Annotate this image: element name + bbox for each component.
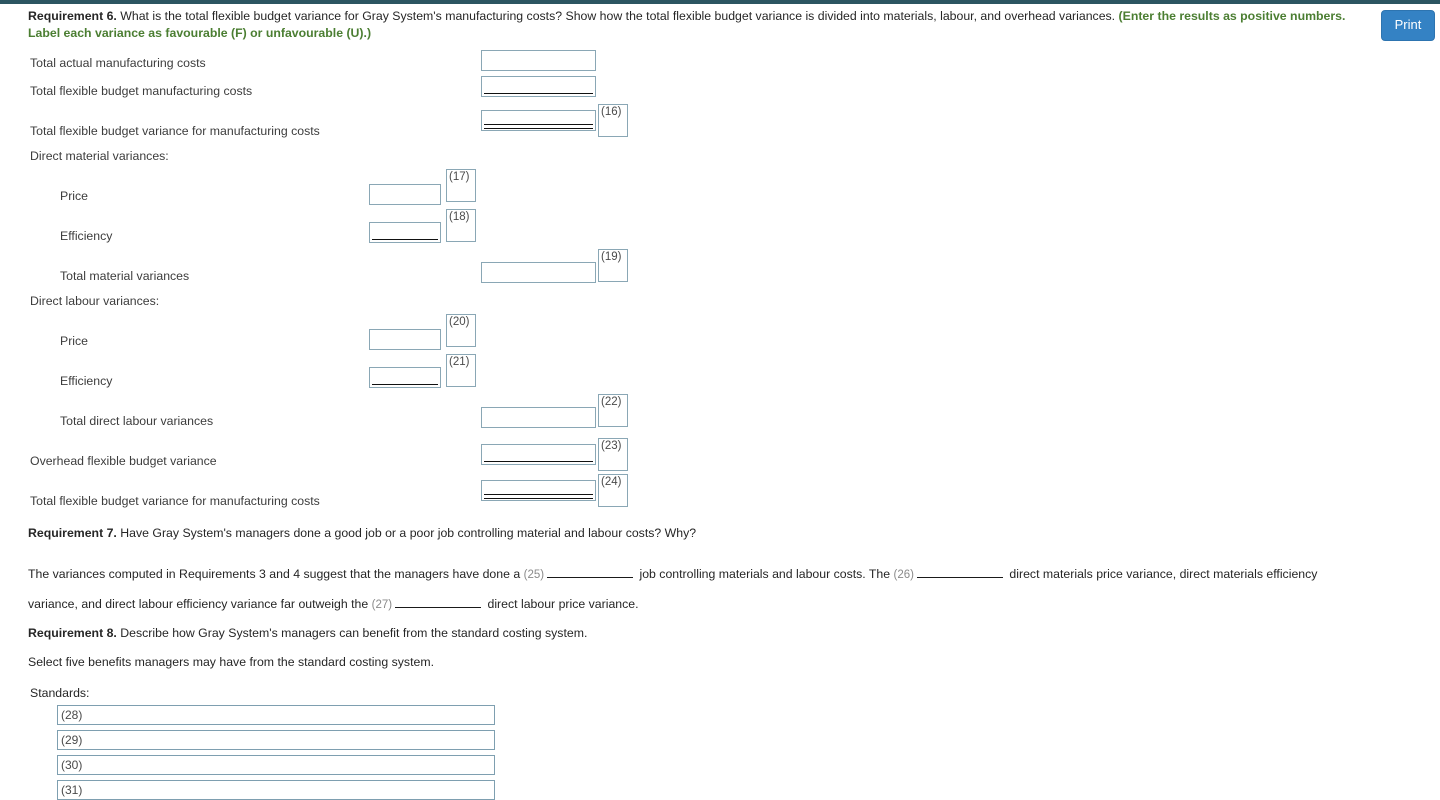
standards-list-label: Standards: — [30, 686, 90, 700]
input-total-flexible-budget-manufacturing-costs[interactable] — [481, 76, 596, 97]
row-label-material-efficiency: Efficiency — [60, 229, 113, 243]
blank-27[interactable] — [395, 598, 482, 608]
r7-line1-text-b: job controlling materials and labour cos… — [639, 567, 891, 581]
select-31[interactable]: (31) — [57, 780, 495, 800]
select-24[interactable]: (24) — [598, 474, 628, 507]
input-total-flexible-budget-variance-1[interactable] — [481, 110, 596, 131]
r7-tag-27: (27) — [371, 599, 393, 611]
input-labour-price-variance[interactable] — [369, 329, 441, 350]
requirement-7-answer-line-2: variance, and direct labour efficiency v… — [28, 596, 639, 613]
select-22[interactable]: (22) — [598, 394, 628, 427]
input-total-direct-labour-variances[interactable] — [481, 407, 596, 428]
select-21[interactable]: (21) — [446, 354, 476, 387]
requirement-8-instruction: Select five benefits managers may have f… — [28, 655, 434, 669]
requirement-7-prompt: Have Gray System's managers done a good … — [120, 526, 697, 540]
select-28[interactable]: (28) — [57, 705, 495, 725]
r7-line2-text-a: variance, and direct labour efficiency v… — [28, 597, 369, 611]
row-label-labour-price: Price — [60, 334, 89, 348]
r7-line1-text-c: direct materials price variance, direct … — [1009, 567, 1318, 581]
row-label-total-direct-labour-variances: Total direct labour variances — [60, 414, 214, 428]
top-accent-bar — [0, 0, 1440, 4]
requirement-8-heading: Requirement 8. Describe how Gray System'… — [28, 625, 587, 641]
row-label-total-actual-manufacturing-costs: Total actual manufacturing costs — [30, 56, 206, 70]
section-label-direct-labour-variances: Direct labour variances: — [30, 294, 160, 308]
blank-25[interactable] — [547, 568, 634, 578]
select-16[interactable]: (16) — [598, 104, 628, 137]
requirement-6-prompt: What is the total flexible budget varian… — [120, 9, 1116, 23]
select-30[interactable]: (30) — [57, 755, 495, 775]
input-total-actual-manufacturing-costs[interactable] — [481, 50, 596, 71]
input-material-price-variance[interactable] — [369, 184, 441, 205]
row-label-total-flexible-budget-variance-2: Total flexible budget variance for manuf… — [30, 494, 320, 508]
requirement-6-heading: Requirement 6. What is the total flexibl… — [28, 8, 1428, 41]
requirement-8-prompt: Describe how Gray System's managers can … — [120, 626, 588, 640]
requirement-7-answer-line-1: The variances computed in Requirements 3… — [28, 566, 1317, 583]
row-label-material-price: Price — [60, 189, 89, 203]
r7-line1-text-a: The variances computed in Requirements 3… — [28, 567, 521, 581]
requirement-6-note-line1: (Enter the results as positive numbers. — [1118, 9, 1346, 23]
input-total-flexible-budget-variance-2[interactable] — [481, 480, 596, 501]
section-label-direct-material-variances: Direct material variances: — [30, 149, 169, 163]
row-label-labour-efficiency: Efficiency — [60, 374, 113, 388]
requirement-7-title: Requirement 7. — [28, 526, 117, 540]
select-20[interactable]: (20) — [446, 314, 476, 347]
requirement-7-heading: Requirement 7. Have Gray System's manage… — [28, 525, 696, 541]
select-19[interactable]: (19) — [598, 249, 628, 282]
select-17[interactable]: (17) — [446, 169, 476, 202]
requirement-6-note-line2: Label each variance as favourable (F) or… — [28, 25, 372, 40]
input-labour-efficiency-variance[interactable] — [369, 367, 441, 388]
r7-tag-26: (26) — [893, 569, 914, 581]
row-label-total-flexible-budget-variance-1: Total flexible budget variance for manuf… — [30, 124, 320, 138]
select-18[interactable]: (18) — [446, 209, 476, 242]
row-label-overhead-flexible-budget-variance: Overhead flexible budget variance — [30, 454, 217, 468]
r7-tag-25: (25) — [523, 569, 545, 581]
input-overhead-flexible-budget-variance[interactable] — [481, 444, 596, 465]
requirement-8-title: Requirement 8. — [28, 626, 117, 640]
r7-line2-text-b: direct labour price variance. — [487, 597, 639, 611]
select-23[interactable]: (23) — [598, 438, 628, 471]
print-button[interactable]: Print — [1381, 10, 1435, 41]
row-label-total-material-variances: Total material variances — [60, 269, 190, 283]
requirement-6-title: Requirement 6. — [28, 9, 117, 23]
input-total-material-variances[interactable] — [481, 262, 596, 283]
blank-26[interactable] — [917, 568, 1003, 578]
input-material-efficiency-variance[interactable] — [369, 222, 441, 243]
row-label-total-flexible-budget-manufacturing-costs: Total flexible budget manufacturing cost… — [30, 84, 253, 98]
select-29[interactable]: (29) — [57, 730, 495, 750]
